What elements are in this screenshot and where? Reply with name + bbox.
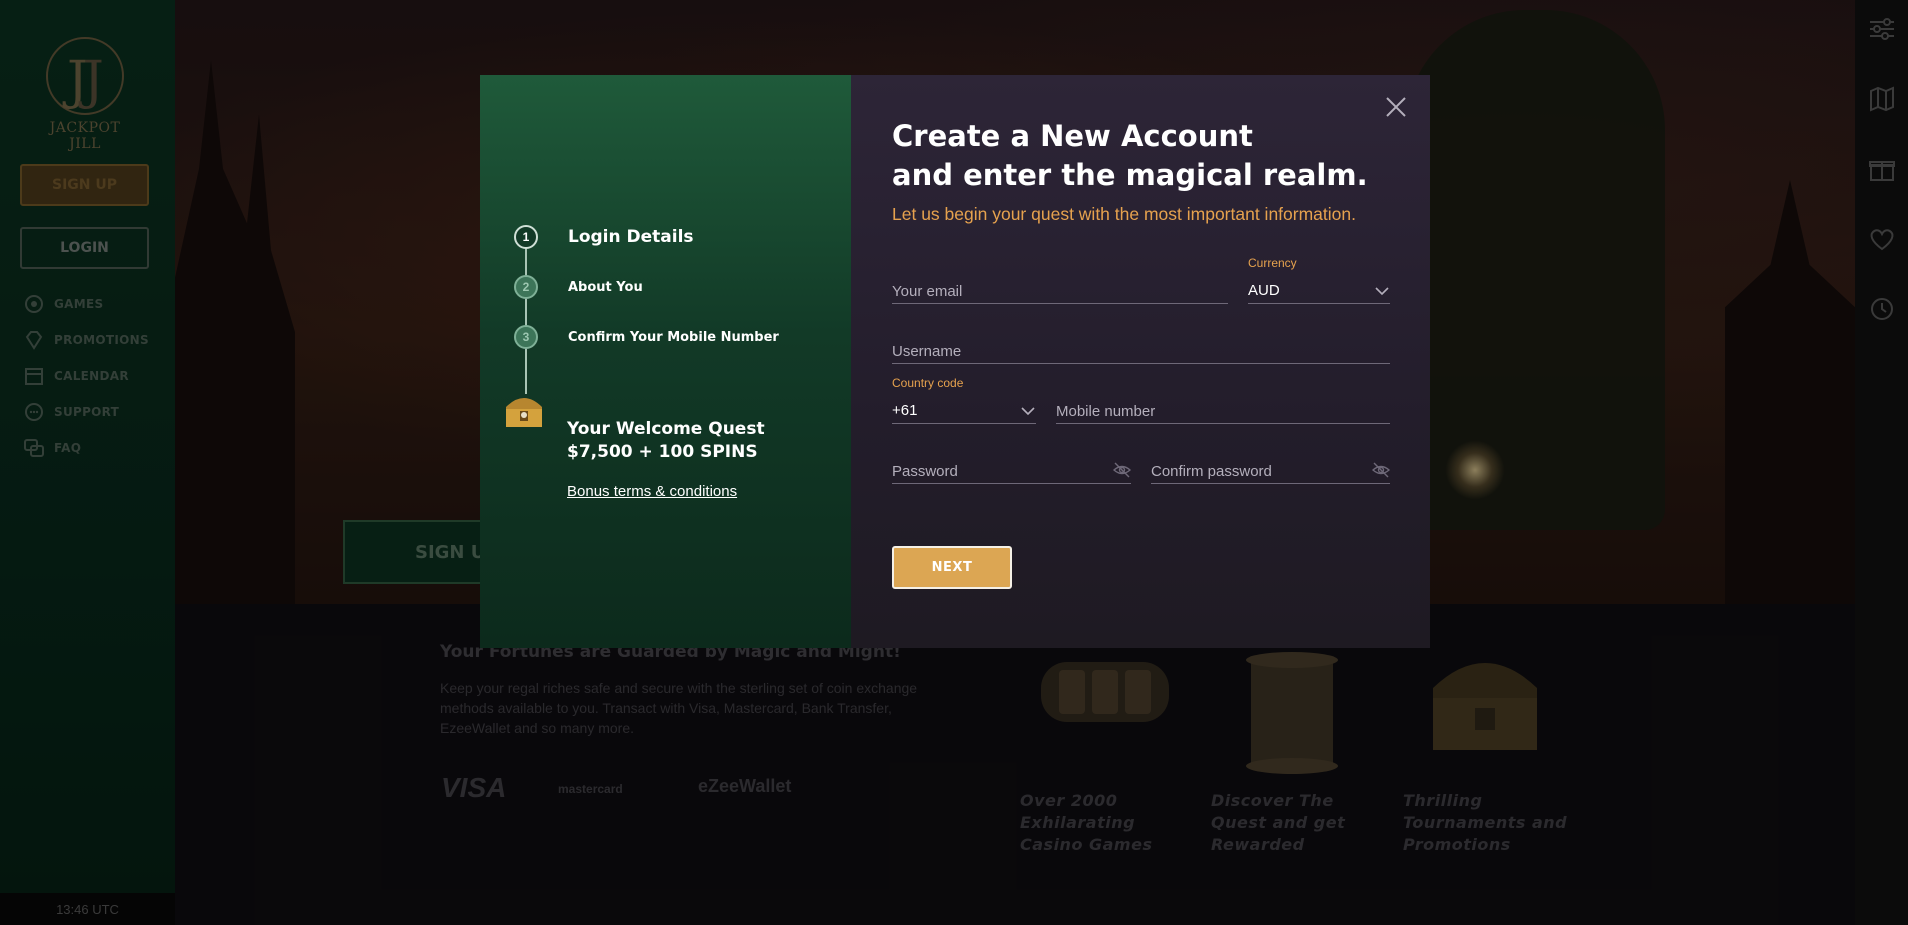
mobile-number-input[interactable] xyxy=(1056,394,1390,422)
step-label: Confirm Your Mobile Number xyxy=(568,329,779,345)
close-icon xyxy=(1386,97,1406,117)
step-about-you: 2 About You xyxy=(514,275,643,299)
password-field xyxy=(892,454,1131,484)
modal-title-line2: and enter the magical realm. xyxy=(892,158,1368,192)
currency-select[interactable]: Currency AUD xyxy=(1248,256,1390,304)
username-input[interactable] xyxy=(892,334,1390,362)
eye-off-icon[interactable] xyxy=(1113,461,1131,479)
country-code-label: Country code xyxy=(892,376,964,390)
mobile-number-field xyxy=(1056,394,1390,424)
signup-form-panel: Create a New Account and enter the magic… xyxy=(851,75,1430,648)
modal-title-line1: Create a New Account xyxy=(892,119,1253,153)
username-field xyxy=(892,334,1390,364)
signup-modal: 1 Login Details 2 About You 3 Confirm Yo… xyxy=(480,75,1430,648)
quest-title: Your Welcome Quest xyxy=(567,419,765,439)
quest-amount: $7,500 + 100 SPINS xyxy=(567,442,758,462)
modal-title: Create a New Account and enter the magic… xyxy=(892,117,1368,195)
step-label: Login Details xyxy=(568,227,694,247)
password-input[interactable] xyxy=(892,454,1102,482)
currency-label: Currency xyxy=(1248,256,1297,270)
chevron-down-icon xyxy=(1021,407,1035,416)
step-number: 1 xyxy=(514,225,538,249)
close-button[interactable] xyxy=(1380,91,1412,123)
confirm-password-input[interactable] xyxy=(1151,454,1361,482)
signup-steps-panel: 1 Login Details 2 About You 3 Confirm Yo… xyxy=(480,75,851,648)
step-label: About You xyxy=(568,279,643,295)
next-button[interactable]: NEXT xyxy=(892,546,1012,589)
step-login-details: 1 Login Details xyxy=(514,225,694,249)
treasure-chest-icon xyxy=(506,398,542,427)
country-code-value: +61 xyxy=(892,402,918,419)
confirm-password-field xyxy=(1151,454,1390,484)
step-confirm-mobile: 3 Confirm Your Mobile Number xyxy=(514,325,779,349)
eye-off-icon[interactable] xyxy=(1372,461,1390,479)
email-field xyxy=(892,274,1228,304)
email-input[interactable] xyxy=(892,274,1228,302)
chevron-down-icon xyxy=(1375,287,1389,296)
currency-value: AUD xyxy=(1248,282,1280,299)
step-number: 2 xyxy=(514,275,538,299)
bonus-terms-link[interactable]: Bonus terms & conditions xyxy=(567,483,737,500)
country-code-select[interactable]: Country code +61 xyxy=(892,376,1036,424)
modal-subtitle: Let us begin your quest with the most im… xyxy=(892,204,1356,224)
step-number: 3 xyxy=(514,325,538,349)
steps-connector xyxy=(525,238,527,394)
welcome-quest: Your Welcome Quest $7,500 + 100 SPINS xyxy=(567,418,765,464)
